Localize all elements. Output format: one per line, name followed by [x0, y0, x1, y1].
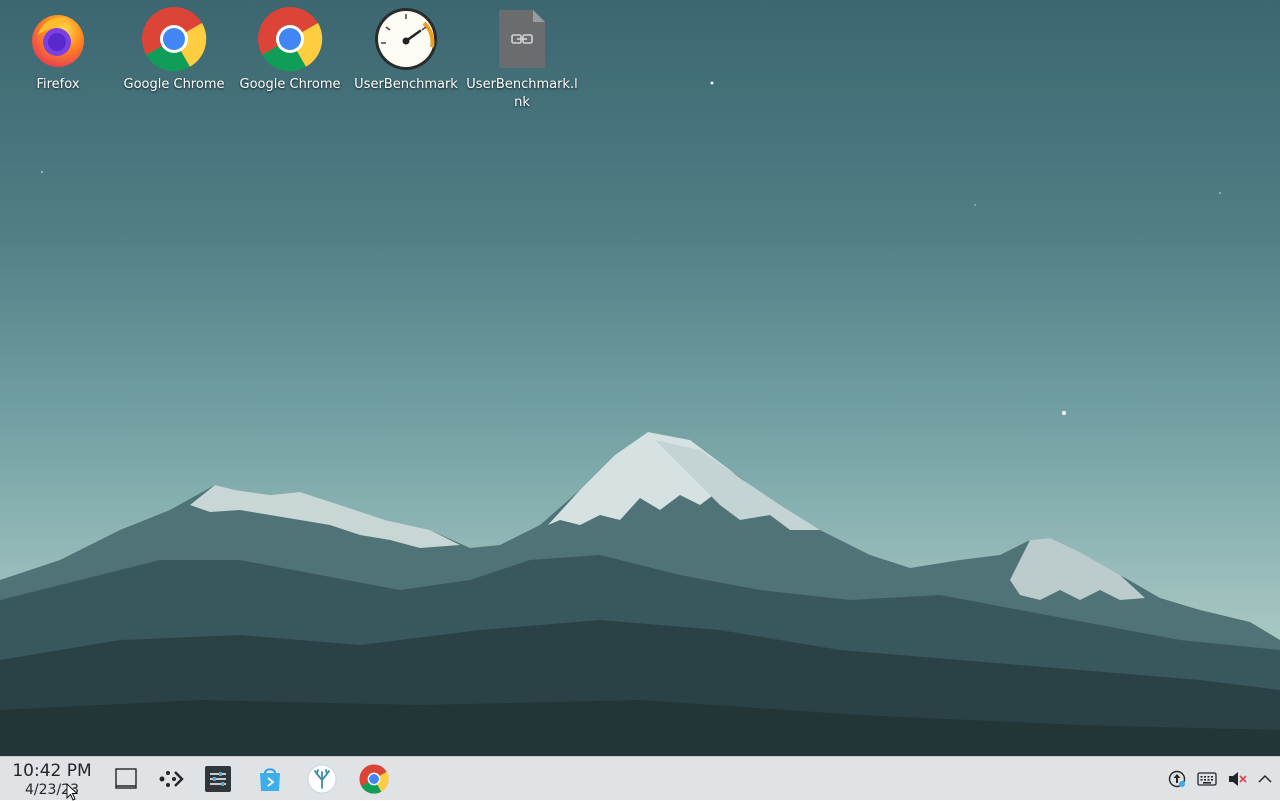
tray-updates[interactable] [1167, 769, 1187, 789]
update-arrow-icon [1168, 770, 1186, 788]
tray-keyboard[interactable] [1197, 769, 1217, 789]
desktop-icon-label: Google Chrome [123, 77, 225, 92]
chrome-icon [359, 764, 389, 794]
taskbar: 10:42 PM 4/23/23 [0, 756, 1280, 801]
tray-expand-button[interactable] [1255, 769, 1275, 789]
desktop-icon-label: UserBenchmark.lnk [466, 77, 578, 110]
kdeconnect-launcher[interactable] [154, 763, 186, 795]
discover-store-launcher[interactable] [254, 763, 286, 795]
desktop-icon-userbenchmark-lnk[interactable]: UserBenchmark.lnk [464, 6, 580, 112]
desktop-icon-label: Google Chrome [239, 77, 341, 92]
chrome-icon [141, 6, 207, 72]
volume-muted-icon [1229, 772, 1247, 786]
desktop-icon-userbenchmark[interactable]: UserBenchmark [348, 6, 464, 94]
kdeconnect-icon [159, 771, 184, 787]
clock-time: 10:42 PM [12, 761, 92, 781]
desktop-icon-firefox[interactable]: Firefox [0, 6, 116, 94]
show-desktop-button[interactable] [110, 763, 142, 795]
mountain-wallpaper [0, 81, 1280, 756]
speedometer-icon [373, 6, 439, 72]
store-bag-icon [260, 768, 280, 791]
system-settings-launcher[interactable] [202, 763, 234, 795]
settings-sliders-icon [205, 766, 231, 792]
desktop-icon-google-chrome-2[interactable]: Google Chrome [232, 6, 348, 94]
app-menu-launcher[interactable] [306, 763, 338, 795]
chrome-taskbar-button[interactable] [358, 763, 390, 795]
mouse-cursor-icon [66, 783, 78, 801]
digital-clock[interactable]: 10:42 PM 4/23/23 [6, 761, 98, 799]
clock-date: 4/23/23 [25, 782, 79, 798]
firefox-icon [25, 6, 91, 72]
chevron-up-icon [1258, 774, 1272, 783]
link-file-icon [489, 6, 555, 72]
desktop-icon-label: UserBenchmark [354, 77, 458, 92]
desktop-icon-label: Firefox [36, 77, 80, 92]
tray-volume[interactable] [1227, 769, 1247, 789]
show-desktop-icon [115, 768, 137, 789]
desktop[interactable]: Firefox Google Chrome Google Chrome User… [0, 0, 1280, 756]
keyboard-icon [1197, 772, 1217, 786]
coral-app-icon [307, 764, 337, 794]
desktop-icon-google-chrome[interactable]: Google Chrome [116, 6, 232, 94]
chrome-icon [257, 6, 323, 72]
